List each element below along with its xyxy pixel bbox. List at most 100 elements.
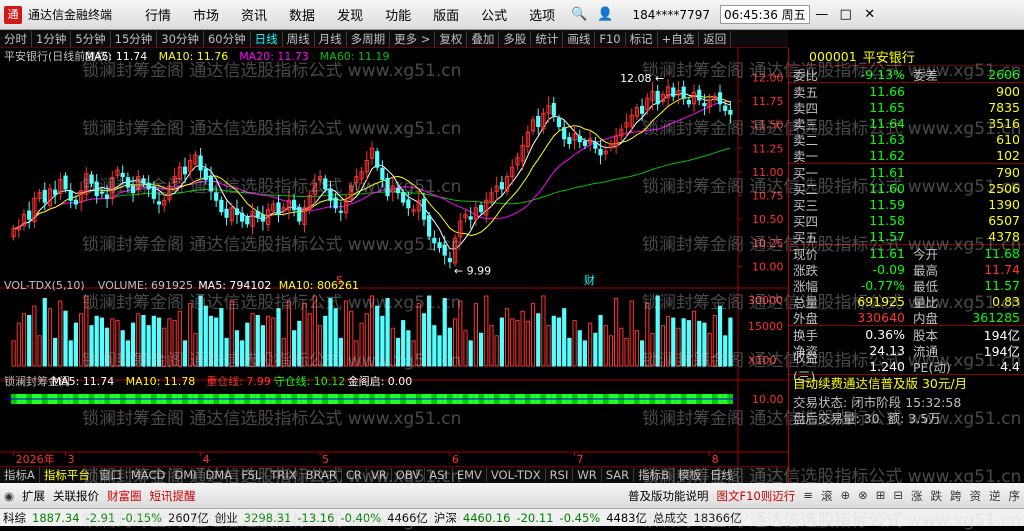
volume-bar	[422, 314, 425, 366]
toolbar-item-18[interactable]: +自选	[658, 31, 700, 47]
x-tick-label: 7	[577, 453, 584, 466]
quick-icon-5[interactable]: ⊟	[889, 488, 907, 504]
indicator-tab-20[interactable]: 日线	[706, 467, 738, 483]
toolbar-item-6[interactable]: 日线	[251, 31, 283, 47]
index-name[interactable]: 沪深	[431, 510, 460, 526]
index-pct: -0.15%	[118, 511, 165, 525]
close-icon[interactable]: ✕	[858, 7, 882, 22]
indicator-tab-16[interactable]: WR	[573, 468, 601, 482]
menu-item-3[interactable]: 数据	[278, 5, 326, 24]
bar2-item[interactable]: 短讯提醒	[146, 488, 200, 504]
quick-icon-8[interactable]: 跨	[946, 488, 966, 504]
menu-item-4[interactable]: 发现	[326, 5, 374, 24]
toolbar-item-0[interactable]: 分时	[0, 31, 32, 47]
main-menu: 行情市场资讯数据发现功能版面公式选项	[134, 5, 566, 24]
quick-icon-2[interactable]: ⊕	[836, 488, 854, 504]
indicator-tab-12[interactable]: ASI	[425, 468, 453, 482]
toolbar-item-3[interactable]: 15分钟	[111, 31, 158, 47]
bar2-item[interactable]: 财富圈	[103, 488, 146, 504]
toolbar-item-16[interactable]: F10	[595, 32, 625, 46]
candle-body	[69, 191, 72, 200]
volume-legend: VOLUME: 691925	[98, 279, 193, 292]
indicator-tab-7[interactable]: TRIX	[266, 468, 301, 482]
feature-help-link[interactable]: 普及版功能说明	[624, 488, 713, 504]
toolbar-item-8[interactable]: 月线	[315, 31, 347, 47]
menu-item-7[interactable]: 公式	[470, 5, 518, 24]
indicator-tab-1[interactable]: 指标平台	[40, 467, 95, 483]
toolbar-item-5[interactable]: 60分钟	[204, 31, 251, 47]
toolbar-item-15[interactable]: 画线	[563, 31, 595, 47]
toolbar-item-4[interactable]: 30分钟	[157, 31, 204, 47]
toolbar-item-19[interactable]: 返回	[699, 31, 731, 47]
quick-icon-9[interactable]: 资	[966, 488, 986, 504]
search-icon[interactable]: 🔍	[566, 7, 592, 22]
indicator-tab-17[interactable]: SAR	[602, 468, 634, 482]
quick-icon-3[interactable]: ⊗	[854, 488, 872, 504]
maximize-icon[interactable]: □	[834, 7, 858, 22]
indicator-tab-6[interactable]: FSL	[237, 468, 266, 482]
volume-bar	[729, 318, 732, 366]
price-tick-label: 10.50	[752, 213, 784, 226]
menu-item-6[interactable]: 版面	[422, 5, 470, 24]
index-amount: 2607亿	[165, 510, 212, 526]
menu-item-2[interactable]: 资讯	[230, 5, 278, 24]
quick-icon-6[interactable]: 涨	[907, 488, 927, 504]
f10-ad-link[interactable]: 图文F10则迈行	[713, 488, 800, 504]
volume-bar	[334, 309, 337, 366]
indicator-tab-10[interactable]: VR	[367, 468, 392, 482]
expand-icon[interactable]: ◉	[0, 489, 18, 503]
promo-banner[interactable]: 自动续费通达信普及版 30元/月	[789, 375, 1024, 393]
quick-icon-10[interactable]: 逆	[985, 488, 1005, 504]
volume-bar	[438, 336, 441, 366]
index-name[interactable]: 总成交	[650, 510, 691, 526]
candle-body	[64, 176, 67, 189]
indicator-tab-11[interactable]: OBV	[392, 468, 425, 482]
indicator-tab-15[interactable]: RSI	[546, 468, 574, 482]
quick-icon-0[interactable]: ≡	[799, 488, 817, 504]
toolbar-item-1[interactable]: 1分钟	[32, 31, 71, 47]
indicator-tab-5[interactable]: DMA	[202, 468, 238, 482]
minimize-icon[interactable]: —	[810, 7, 834, 22]
indicator-tab-9[interactable]: CR	[342, 468, 367, 482]
index-name[interactable]: 创业	[212, 510, 241, 526]
indicator-tab-0[interactable]: 指标A	[0, 467, 40, 483]
indicator-tab-4[interactable]: DMI	[170, 468, 201, 482]
toolbar-item-10[interactable]: 更多 >	[390, 31, 435, 47]
candle-body	[74, 200, 77, 204]
toolbar-item-7[interactable]: 周线	[283, 31, 315, 47]
menu-item-5[interactable]: 功能	[374, 5, 422, 24]
quick-icon-11[interactable]: 序	[1005, 488, 1024, 504]
toolbar-item-12[interactable]: 叠加	[467, 31, 499, 47]
quick-icon-1[interactable]: 滚	[817, 488, 837, 504]
toolbar-item-14[interactable]: 统计	[531, 31, 563, 47]
x-tick-label: 6	[452, 453, 459, 466]
kline-chart[interactable]: 12.0011.7511.5011.2511.0010.7510.5010.25…	[0, 48, 788, 466]
toolbar-item-9[interactable]: 多周期	[347, 31, 391, 47]
indicator-tab-14[interactable]: VOL-TDX	[487, 468, 546, 482]
volume-bar	[235, 331, 238, 366]
indicator-tab-8[interactable]: BRAR	[302, 468, 342, 482]
toolbar-item-13[interactable]: 多股	[499, 31, 531, 47]
indicator-tab-19[interactable]: 模板	[674, 467, 706, 483]
candle-body	[256, 212, 259, 218]
quick-icon-4[interactable]: ⊞	[872, 488, 890, 504]
indicator-tab-18[interactable]: 指标B	[634, 467, 674, 483]
menu-item-0[interactable]: 行情	[134, 5, 182, 24]
candle-body	[209, 176, 212, 191]
bar2-item[interactable]: 扩展	[18, 488, 49, 504]
index-name[interactable]: 科综	[0, 510, 29, 526]
volume-bar	[703, 323, 706, 366]
user-icon[interactable]: 👤	[592, 7, 618, 22]
bar2-item[interactable]: 关联报价	[49, 488, 103, 504]
toolbar-item-11[interactable]: 复权	[435, 31, 467, 47]
quick-icon-7[interactable]: 跌	[927, 488, 947, 504]
toolbar-item-17[interactable]: 标记	[626, 31, 658, 47]
toolbar-item-2[interactable]: 5分钟	[71, 31, 110, 47]
candle-body	[28, 211, 31, 219]
indicator-tab-3[interactable]: MACD	[127, 468, 170, 482]
indicator-tab-13[interactable]: EMV	[453, 468, 487, 482]
menu-item-1[interactable]: 市场	[182, 5, 230, 24]
indicator-tab-2[interactable]: 窗口	[95, 467, 127, 483]
menu-item-8[interactable]: 选项	[518, 5, 566, 24]
account-id[interactable]: 184****7797	[633, 8, 710, 22]
